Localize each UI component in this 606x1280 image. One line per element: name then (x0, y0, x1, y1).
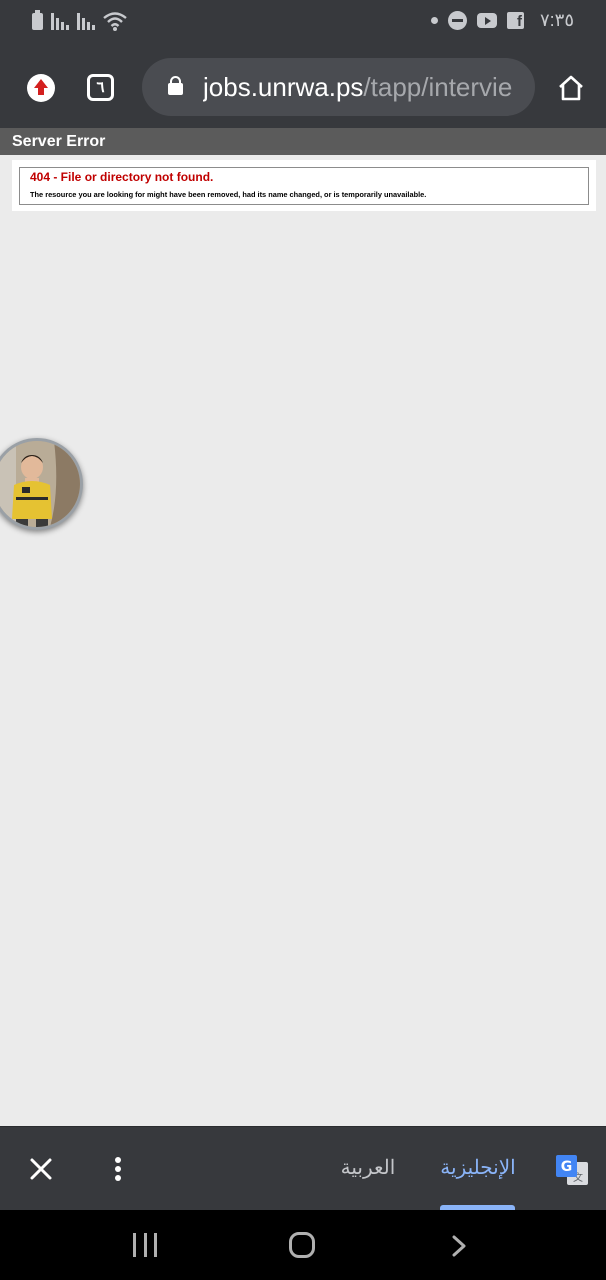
url-domain: jobs.unrwa.ps (203, 72, 364, 102)
page-header: Server Error (0, 128, 606, 155)
url-bar[interactable]: jobs.unrwa.ps/tapp/intervie (142, 58, 535, 116)
signal-icon (51, 13, 69, 30)
language-tab-english[interactable]: الإنجليزية (430, 1155, 526, 1180)
wifi-icon (103, 12, 127, 31)
error-title: 404 - File or directory not found. (30, 170, 214, 184)
browser-toolbar: ٦ jobs.unrwa.ps/tapp/intervie (0, 46, 606, 128)
svg-text:G: G (561, 1159, 573, 1175)
web-page: Server Error 404 - File or directory not… (0, 128, 606, 1126)
status-right-icons: f ٧:٣٥ (430, 10, 574, 31)
home-icon[interactable] (557, 74, 585, 102)
status-left-icons (32, 10, 127, 31)
more-vert-icon[interactable] (114, 1157, 122, 1183)
url-text[interactable]: jobs.unrwa.ps/tapp/intervie (203, 71, 523, 103)
upload-icon[interactable] (27, 74, 55, 102)
facebook-icon: f (506, 12, 524, 30)
status-time: ٧:٣٥ (539, 10, 574, 30)
back-chevron-icon[interactable] (452, 1235, 466, 1257)
language-tab-arabic[interactable]: العربية (330, 1155, 406, 1180)
google-translate-icon: 文 G (556, 1155, 588, 1185)
avatar-image (0, 441, 80, 527)
signal-icon (77, 13, 95, 30)
youtube-icon (476, 13, 497, 28)
recent-apps-icon[interactable] (133, 1233, 157, 1257)
close-icon[interactable] (28, 1156, 54, 1182)
error-panel: 404 - File or directory not found. The r… (12, 160, 596, 211)
translate-bar: العربية الإنجليزية 文 G (0, 1126, 606, 1210)
chat-head-avatar[interactable] (0, 438, 83, 530)
notification-dot-icon (430, 17, 438, 24)
tabs-button[interactable]: ٦ (87, 74, 114, 101)
error-description: The resource you are looking for might h… (30, 190, 427, 199)
data-saver-icon (447, 11, 467, 30)
error-box: 404 - File or directory not found. The r… (19, 167, 589, 205)
lock-icon[interactable] (168, 76, 183, 95)
battery-icon (32, 10, 43, 30)
status-bar: f ٧:٣٥ (0, 0, 606, 46)
url-path: /tapp/intervie (363, 72, 513, 102)
home-button-icon[interactable] (289, 1232, 315, 1258)
system-nav-bar (0, 1210, 606, 1280)
